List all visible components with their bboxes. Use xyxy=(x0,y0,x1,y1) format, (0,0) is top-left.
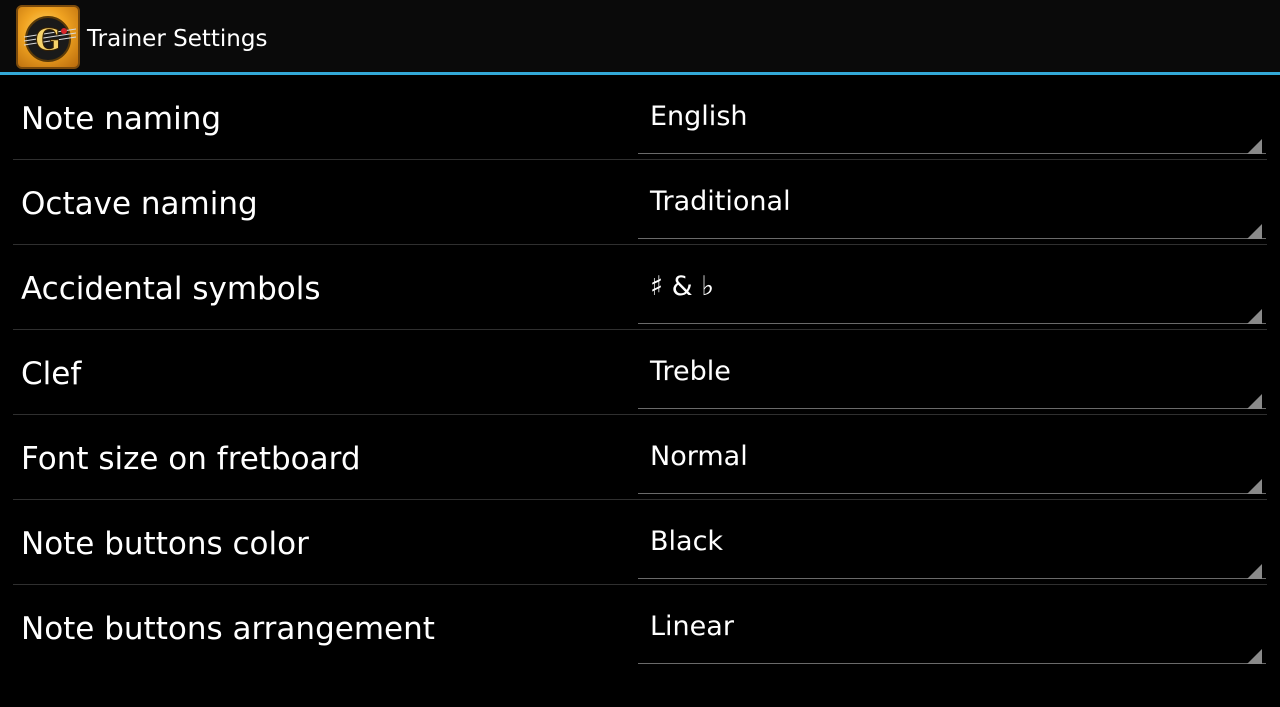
svg-text:G: G xyxy=(35,23,61,58)
setting-row-note-naming: Note naming English xyxy=(0,75,1280,160)
setting-row-note-buttons-color: Note buttons color Black xyxy=(0,500,1280,585)
spinner-underline xyxy=(638,408,1266,409)
dropdown-corner-icon xyxy=(1247,139,1262,154)
setting-label: Note naming xyxy=(21,101,222,137)
spinner-underline xyxy=(638,663,1266,664)
setting-label: Note buttons arrangement xyxy=(21,611,435,647)
octave-naming-spinner[interactable]: Traditional xyxy=(638,170,1266,240)
spinner-value: Linear xyxy=(650,611,734,642)
setting-label: Note buttons color xyxy=(21,526,309,562)
spinner-value: Black xyxy=(650,526,724,557)
dropdown-corner-icon xyxy=(1247,649,1262,664)
note-buttons-color-spinner[interactable]: Black xyxy=(638,510,1266,580)
spinner-value: ♯ & ♭ xyxy=(650,271,715,302)
setting-label: Accidental symbols xyxy=(21,271,321,307)
spinner-underline xyxy=(638,323,1266,324)
dropdown-corner-icon xyxy=(1247,309,1262,324)
accidental-symbols-spinner[interactable]: ♯ & ♭ xyxy=(638,255,1266,325)
dropdown-corner-icon xyxy=(1247,224,1262,239)
font-size-spinner[interactable]: Normal xyxy=(638,425,1266,495)
setting-row-accidental-symbols: Accidental symbols ♯ & ♭ xyxy=(0,245,1280,330)
note-buttons-arrangement-spinner[interactable]: Linear xyxy=(638,595,1266,665)
spinner-underline xyxy=(638,578,1266,579)
app-icon[interactable]: G xyxy=(16,5,80,69)
action-bar: G Trainer Settings xyxy=(0,0,1280,72)
setting-row-note-buttons-arrangement: Note buttons arrangement Linear xyxy=(0,585,1280,670)
note-naming-spinner[interactable]: English xyxy=(638,85,1266,155)
spinner-value: Normal xyxy=(650,441,748,472)
spinner-underline xyxy=(638,238,1266,239)
setting-label: Font size on fretboard xyxy=(21,441,361,477)
setting-label: Clef xyxy=(21,356,82,392)
page-title: Trainer Settings xyxy=(87,26,268,52)
dropdown-corner-icon xyxy=(1247,479,1262,494)
settings-list: Note naming English Octave naming Tradit… xyxy=(0,75,1280,670)
clef-spinner[interactable]: Treble xyxy=(638,340,1266,410)
setting-row-font-size: Font size on fretboard Normal xyxy=(0,415,1280,500)
guitar-g-icon: G xyxy=(23,16,77,62)
spinner-underline xyxy=(638,153,1266,154)
spinner-value: English xyxy=(650,101,748,132)
setting-row-clef: Clef Treble xyxy=(0,330,1280,415)
spinner-underline xyxy=(638,493,1266,494)
setting-label: Octave naming xyxy=(21,186,258,222)
spinner-value: Treble xyxy=(650,356,731,387)
dropdown-corner-icon xyxy=(1247,564,1262,579)
spinner-value: Traditional xyxy=(650,186,791,217)
dropdown-corner-icon xyxy=(1247,394,1262,409)
setting-row-octave-naming: Octave naming Traditional xyxy=(0,160,1280,245)
